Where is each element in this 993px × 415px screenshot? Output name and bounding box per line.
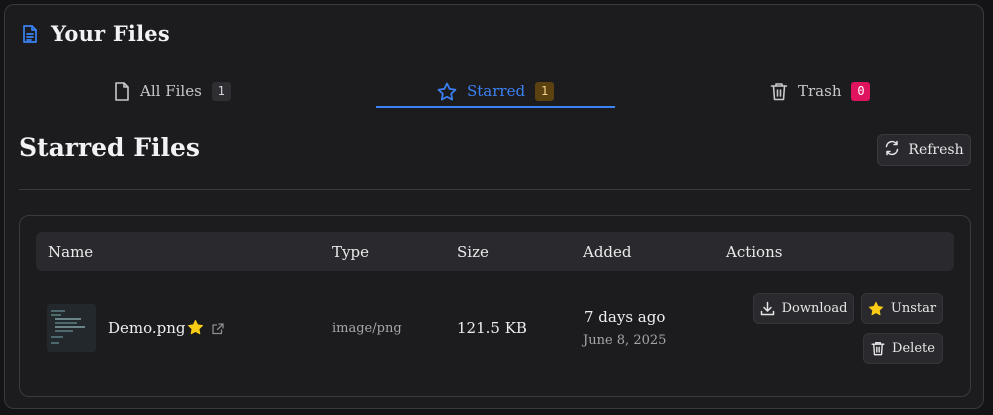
tab-starred[interactable]: Starred 1 (437, 73, 555, 109)
added-relative: 7 days ago (584, 308, 666, 326)
tab-all-files[interactable]: All Files 1 (114, 73, 231, 109)
column-header-type: Type (332, 243, 369, 261)
file-thumbnail[interactable] (47, 304, 96, 352)
file-type: image/png (332, 321, 402, 336)
download-button[interactable]: Download (753, 293, 854, 324)
column-header-size: Size (457, 243, 489, 261)
added-date: June 8, 2025 (583, 333, 667, 348)
tab-label: Trash (798, 82, 842, 100)
refresh-button[interactable]: Refresh (877, 134, 971, 166)
table-row[interactable]: Demo.png image/png 121.5 KB 7 days ago J… (36, 286, 954, 386)
tab-count-badge: 1 (535, 81, 555, 101)
star-filled-icon (187, 319, 204, 339)
tab-count-badge: 0 (851, 81, 871, 101)
delete-label: Delete (892, 341, 935, 356)
column-header-actions: Actions (726, 243, 783, 261)
tab-count-badge: 1 (211, 81, 231, 101)
files-table: Name Type Size Added Actions Demo.png im… (19, 215, 971, 397)
unstar-label: Unstar (890, 301, 937, 316)
download-icon (760, 301, 775, 316)
star-filled-icon (868, 301, 884, 316)
column-header-added: Added (583, 243, 632, 261)
column-header-name: Name (48, 243, 94, 261)
tab-trash[interactable]: Trash 0 (770, 73, 871, 109)
files-panel: Your Files All Files 1 Starred 1 Trash 0… (4, 4, 984, 409)
delete-button[interactable]: Delete (863, 333, 943, 364)
tab-bar: All Files 1 Starred 1 Trash 0 (20, 73, 970, 111)
download-label: Download (781, 301, 848, 316)
tab-label: Starred (467, 82, 526, 100)
header: Your Files (21, 21, 170, 46)
divider (19, 189, 971, 190)
tab-label: All Files (140, 82, 202, 100)
file-size: 121.5 KB (457, 319, 527, 337)
section-title: Starred Files (19, 133, 200, 162)
refresh-icon (884, 140, 900, 160)
trash-icon (871, 341, 885, 356)
file-text-icon (21, 24, 39, 44)
external-link-icon[interactable] (212, 320, 224, 339)
unstar-button[interactable]: Unstar (861, 293, 943, 324)
refresh-label: Refresh (908, 142, 964, 158)
table-header: Name Type Size Added Actions (36, 232, 954, 271)
file-icon (114, 81, 130, 101)
active-tab-indicator (376, 106, 615, 108)
trash-icon (770, 82, 788, 101)
page-title: Your Files (51, 21, 170, 46)
file-name-link[interactable]: Demo.png (108, 319, 186, 337)
star-outline-icon (437, 82, 457, 101)
